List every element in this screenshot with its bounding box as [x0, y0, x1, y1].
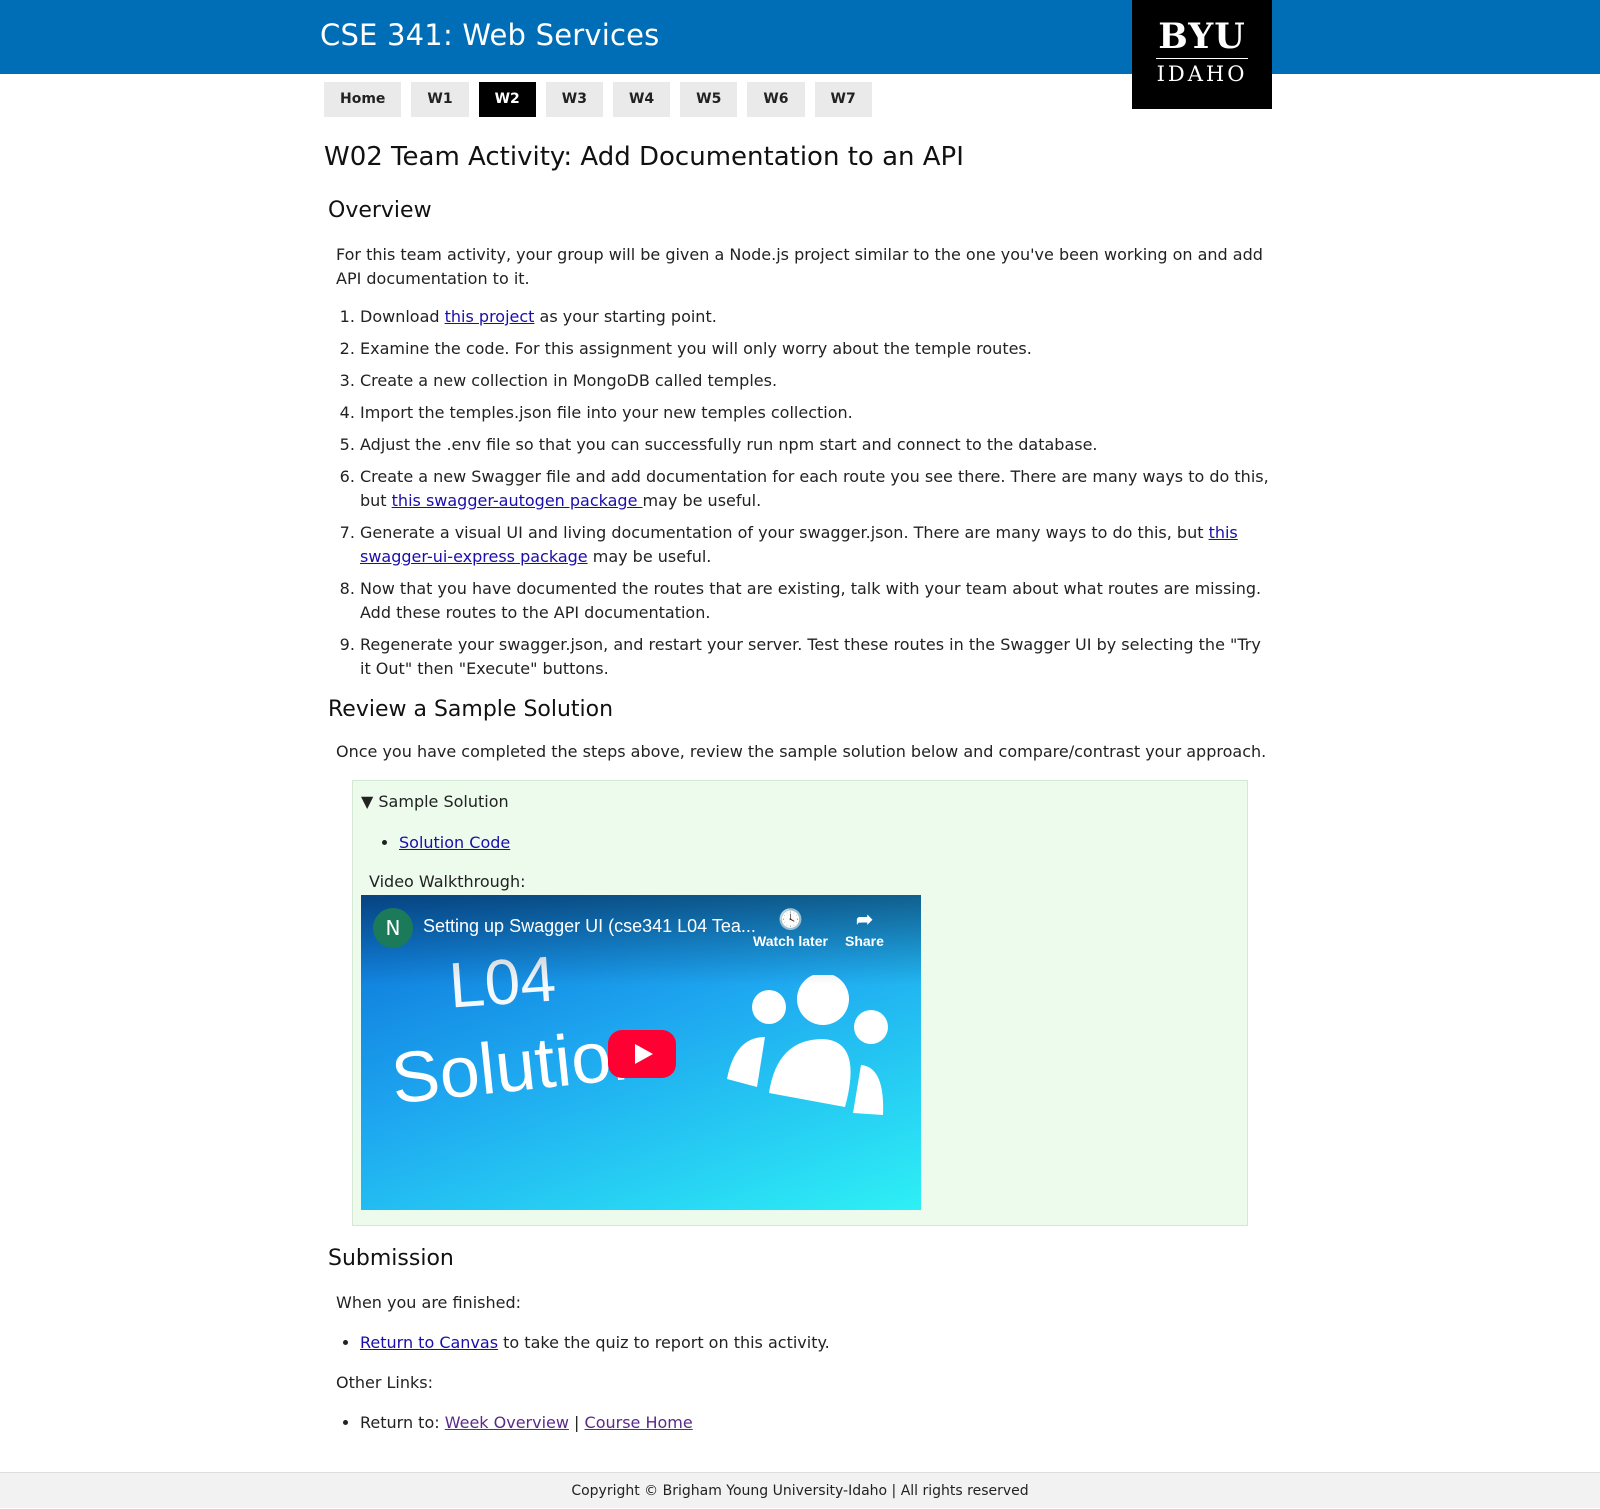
return-to-canvas-link[interactable]: Return to Canvas — [360, 1333, 498, 1352]
site-title: CSE 341: Web Services — [320, 18, 660, 52]
step-7-text-end: may be useful. — [587, 547, 712, 566]
step-2: Examine the code. For this assignment yo… — [360, 337, 1270, 361]
channel-avatar[interactable]: N — [373, 908, 413, 948]
video-embed[interactable]: L04 Solution N Setting up Swagger UI (cs… — [361, 895, 921, 1210]
step-8: Now that you have documented the routes … — [360, 577, 1270, 625]
swagger-autogen-link[interactable]: this swagger-autogen package — [392, 491, 643, 510]
finished-text: When you are finished: — [336, 1293, 522, 1312]
review-heading: Review a Sample Solution — [328, 697, 614, 722]
list-item: Return to Canvas to take the quiz to rep… — [360, 1331, 1270, 1355]
play-button[interactable] — [608, 1030, 676, 1078]
overview-text: For this team activity, your group will … — [336, 245, 1263, 288]
share-icon: ➦ — [856, 909, 873, 931]
logo-idaho-text: IDAHO — [1156, 62, 1248, 86]
course-home-link[interactable]: Course Home — [585, 1413, 693, 1432]
step-1-text: Download — [360, 307, 445, 326]
list-item: Solution Code — [399, 831, 1239, 855]
nav-w5[interactable]: W5 — [680, 82, 738, 117]
nav-w4[interactable]: W4 — [612, 82, 671, 117]
nav-w2-active[interactable]: W2 — [478, 82, 536, 117]
steps-list: Download this project as your starting p… — [320, 305, 1270, 681]
week-nav: Home W1 W2 W3 W4 W5 W6 W7 — [324, 82, 882, 117]
team-people-icon — [727, 975, 888, 1115]
byu-idaho-logo[interactable]: BYU IDAHO — [1132, 0, 1272, 109]
solution-list: Solution Code — [361, 831, 1239, 855]
step-7: Generate a visual UI and living document… — [360, 521, 1270, 569]
sample-solution-summary[interactable]: ▼ Sample Solution — [361, 791, 1239, 813]
submission-list: Return to Canvas to take the quiz to rep… — [320, 1331, 1270, 1355]
share-label: Share — [845, 933, 884, 949]
overview-heading: Overview — [328, 198, 432, 223]
other-links-label: Other Links: — [336, 1373, 434, 1392]
step-1: Download this project as your starting p… — [360, 305, 1270, 329]
clock-icon: 🕓 — [778, 909, 803, 931]
watch-later-button[interactable]: 🕓 Watch later — [753, 907, 828, 949]
canvas-text: to take the quiz to report on this activ… — [498, 1333, 830, 1352]
list-item: Return to: Week Overview | Course Home — [360, 1411, 1270, 1435]
watch-later-label: Watch later — [753, 933, 828, 949]
other-links-list: Return to: Week Overview | Course Home — [320, 1411, 1270, 1435]
nav-w6[interactable]: W6 — [747, 82, 805, 117]
submission-heading: Submission — [328, 1246, 454, 1271]
main-content: W02 Team Activity: Add Documentation to … — [320, 128, 1270, 1435]
nav-home[interactable]: Home — [324, 82, 402, 117]
video-top-shade — [361, 895, 921, 985]
step-3: Create a new collection in MongoDB calle… — [360, 369, 1270, 393]
video-title[interactable]: Setting up Swagger UI (cse341 L04 Tea... — [423, 916, 756, 937]
copyright-text: Copyright © Brigham Young University-Ida… — [571, 1483, 1029, 1499]
site-header: CSE 341: Web Services — [0, 0, 1600, 74]
step-1-text-end: as your starting point. — [534, 307, 717, 326]
sample-solution-details: ▼ Sample Solution Solution Code Video Wa… — [352, 780, 1248, 1226]
solution-code-link[interactable]: Solution Code — [399, 833, 510, 852]
share-button[interactable]: ➦ Share — [845, 907, 884, 949]
week-overview-link[interactable]: Week Overview — [445, 1413, 569, 1432]
logo-rule — [1156, 58, 1248, 59]
step-4: Import the temples.json file into your n… — [360, 401, 1270, 425]
nav-w3[interactable]: W3 — [545, 82, 603, 117]
logo-byu-text: BYU — [1158, 16, 1246, 57]
page-footer: Copyright © Brigham Young University-Ida… — [0, 1472, 1600, 1508]
nav-w1[interactable]: W1 — [411, 82, 469, 117]
link-separator: | — [568, 1413, 585, 1432]
step-9: Regenerate your swagger.json, and restar… — [360, 633, 1270, 681]
step-6: Create a new Swagger file and add docume… — [360, 465, 1270, 513]
this-project-link[interactable]: this project — [445, 307, 535, 326]
nav-w7[interactable]: W7 — [814, 82, 872, 117]
step-7-text: Generate a visual UI and living document… — [360, 523, 1209, 542]
video-walkthrough-label: Video Walkthrough: — [369, 872, 526, 891]
return-to-label: Return to: — [360, 1413, 445, 1432]
review-text: Once you have completed the steps above,… — [336, 742, 1267, 761]
step-5: Adjust the .env file so that you can suc… — [360, 433, 1270, 457]
step-6-text-end: may be useful. — [642, 491, 762, 510]
page-title: W02 Team Activity: Add Documentation to … — [324, 142, 964, 172]
